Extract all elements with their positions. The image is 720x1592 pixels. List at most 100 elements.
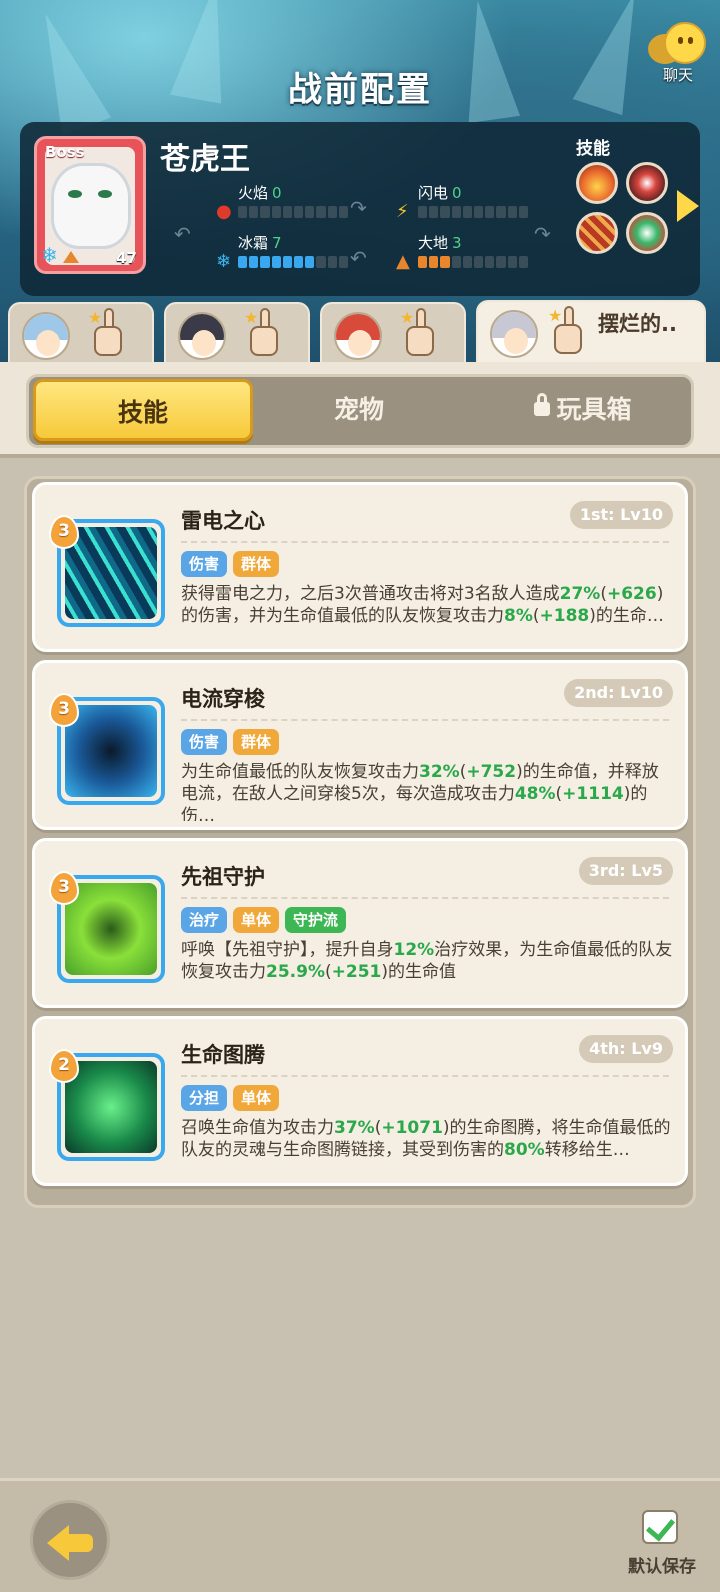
skill-description: 为生命值最低的队友恢复攻击力32%(+752)的生命值，并释放电流，在敌人之间穿… xyxy=(181,762,659,821)
hero-tab-4[interactable]: ★ 摆烂的.. xyxy=(476,300,706,364)
element-fire: ● 火焰 0 xyxy=(216,182,356,222)
skill-name: 生命图腾 xyxy=(181,1043,265,1067)
skill-card-4[interactable]: 2 生命图腾 4th: Lv9 分担 单体 召唤生命值为攻击力37%(+1071… xyxy=(32,1016,688,1186)
element-bar-segment xyxy=(249,256,259,268)
tab-pets[interactable]: 宠物 xyxy=(249,377,469,445)
element-bar-segment xyxy=(282,206,293,218)
skill-tag: 群体 xyxy=(233,729,280,755)
boss-skill-bite-icon[interactable] xyxy=(626,162,668,204)
hero-tab-1[interactable]: ★ xyxy=(8,302,154,362)
tap-hand-icon: ★ xyxy=(88,308,128,358)
element-bar xyxy=(418,256,529,268)
element-bar-segment xyxy=(418,256,428,268)
tap-hand-icon: ★ xyxy=(400,308,440,358)
element-bar-segment xyxy=(418,206,428,218)
energy-cost-icon: 3 xyxy=(49,693,79,727)
element-bar-segment xyxy=(271,256,281,268)
element-bar-segment xyxy=(518,256,529,268)
boss-skill-fire-icon[interactable] xyxy=(576,162,618,204)
chat-button[interactable]: 聊天 xyxy=(646,20,710,86)
element-bar xyxy=(238,206,349,218)
boss-skill-claw-icon[interactable] xyxy=(576,212,618,254)
boss-info-panel: Boss ❄ 47 苍虎王 ● 火焰 0 ⚡ 闪电 0 ❄ 冰霜 7 ▲ 大地 3 ↷ … xyxy=(20,122,700,296)
hero-name: 摆烂的.. xyxy=(598,312,677,336)
skill-slot-level: 4th: Lv9 xyxy=(579,1035,673,1063)
skill-tag: 单体 xyxy=(233,1085,280,1111)
element-bar-segment xyxy=(462,256,473,268)
element-bar-segment xyxy=(238,256,248,268)
default-save-label: 默认保存 xyxy=(628,1557,696,1577)
earth-icon xyxy=(63,251,79,263)
skill-name: 雷电之心 xyxy=(181,509,265,533)
element-earth: ▲ 大地 3 xyxy=(396,232,536,272)
cycle-arrow-icon: ↷ xyxy=(534,222,551,246)
skill-tag: 群体 xyxy=(233,551,280,577)
skill-description: 呼唤【先祖守护】，提升自身12%治疗效果，为生命值最低的队友恢复攻击力25.9%… xyxy=(181,940,673,982)
element-bar-segment xyxy=(485,206,495,218)
skill-tag: 伤害 xyxy=(181,729,228,755)
cycle-arrow-icon: ↷ xyxy=(350,196,367,220)
tap-hand-icon: ★ xyxy=(548,306,588,356)
element-bar-segment xyxy=(496,206,506,218)
element-bar-segment xyxy=(327,256,337,268)
element-bar-segment xyxy=(451,206,461,218)
skill-tags: 伤害 群体 xyxy=(181,551,280,577)
boss-skill-heal-icon[interactable] xyxy=(626,212,668,254)
element-bar-segment xyxy=(338,206,349,218)
hero-tab-2[interactable]: ★ xyxy=(164,302,310,362)
hero-avatar xyxy=(490,310,538,358)
boss-skills-label: 技能 xyxy=(576,139,610,159)
element-bar-segment xyxy=(260,206,270,218)
earth-icon: ▲ xyxy=(396,251,410,272)
skill-tags: 分担 单体 xyxy=(181,1085,280,1111)
smiley-icon xyxy=(664,22,706,64)
hero-tab-3[interactable]: ★ xyxy=(320,302,466,362)
element-bar-segment xyxy=(474,256,484,268)
skill-tag: 分担 xyxy=(181,1085,228,1111)
lock-icon xyxy=(534,393,551,416)
page-title: 战前配置 xyxy=(288,70,432,110)
element-bar-segment xyxy=(294,206,304,218)
category-tabs: 技能 宠物 玩具箱 xyxy=(26,374,694,448)
cycle-arrow-icon: ↶ xyxy=(174,222,191,246)
skill-tags: 治疗 单体 守护流 xyxy=(181,907,347,933)
element-bar-segment xyxy=(249,206,259,218)
cycle-arrow-icon: ↶ xyxy=(350,246,367,270)
tap-hand-icon: ★ xyxy=(244,308,284,358)
skill-card-3[interactable]: 3 先祖守护 3rd: Lv5 治疗 单体 守护流 呼唤【先祖守护】，提升自身1… xyxy=(32,838,688,1008)
element-bar-segment xyxy=(440,256,450,268)
energy-cost-icon: 2 xyxy=(49,1049,79,1083)
white-tiger-icon xyxy=(51,163,131,249)
element-bar-segment xyxy=(485,256,495,268)
element-bar xyxy=(238,256,349,268)
hero-avatar xyxy=(178,312,226,360)
boss-portrait[interactable]: Boss ❄ 47 xyxy=(34,136,146,274)
element-bar-segment xyxy=(474,206,484,218)
element-bar-segment xyxy=(260,256,270,268)
element-bar-segment xyxy=(440,206,450,218)
fire-icon: ● xyxy=(216,201,232,222)
tab-skills[interactable]: 技能 xyxy=(33,379,253,441)
skill-slot-level: 3rd: Lv5 xyxy=(578,857,673,885)
skill-slot-level: 2nd: Lv10 xyxy=(564,679,673,707)
skill-tag: 伤害 xyxy=(181,551,228,577)
checkbox-checked-icon xyxy=(642,1510,678,1544)
tab-toybox[interactable]: 玩具箱 xyxy=(473,377,693,445)
skill-description: 获得雷电之力，之后3次普通攻击将对3名敌人造成27%(+626)的伤害，并为生命… xyxy=(181,584,664,626)
skill-tag: 守护流 xyxy=(285,907,347,933)
default-save-toggle[interactable]: 默认保存 xyxy=(620,1508,704,1578)
element-bar-segment xyxy=(462,206,473,218)
element-bar-segment xyxy=(271,206,281,218)
next-arrow-icon[interactable] xyxy=(677,190,699,222)
energy-cost-icon: 3 xyxy=(49,515,79,549)
skill-card-2[interactable]: 3 电流穿梭 2nd: Lv10 伤害 群体 为生命值最低的队友恢复攻击力32%… xyxy=(32,660,688,830)
element-bar-segment xyxy=(305,256,315,268)
skill-card-1[interactable]: 3 雷电之心 1st: Lv10 伤害 群体 获得雷电之力，之后3次普通攻击将对… xyxy=(32,482,688,652)
skill-tags: 伤害 群体 xyxy=(181,729,280,755)
boss-name: 苍虎王 xyxy=(160,142,250,177)
element-bar-segment xyxy=(327,206,337,218)
lightning-icon: ⚡ xyxy=(396,201,409,222)
element-lightning: ⚡ 闪电 0 xyxy=(396,182,536,222)
skill-tag: 单体 xyxy=(233,907,280,933)
back-button[interactable] xyxy=(30,1500,110,1580)
